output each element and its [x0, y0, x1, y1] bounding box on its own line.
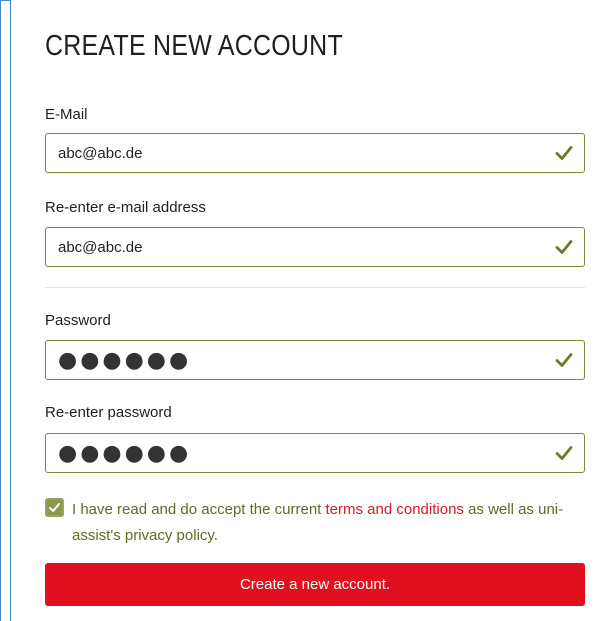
checkbox-checked-icon — [49, 503, 60, 512]
create-account-button[interactable]: Create a new account. — [45, 563, 585, 606]
section-divider — [45, 287, 585, 288]
terms-consent-text: I have read and do accept the current te… — [72, 497, 582, 549]
page-title: CREATE NEW ACCOUNT — [45, 30, 343, 62]
email-confirm-input[interactable] — [46, 228, 546, 266]
password-confirm-field-wrapper — [45, 433, 585, 473]
password-field-wrapper — [45, 340, 585, 380]
email-confirm-field-wrapper — [45, 227, 585, 267]
terms-and-conditions-link[interactable]: terms and conditions — [326, 501, 464, 518]
email-field-wrapper — [45, 133, 585, 173]
password-input[interactable] — [46, 341, 546, 379]
password-label: Password — [45, 312, 111, 329]
password-confirm-label: Re-enter password — [45, 404, 172, 421]
terms-checkbox[interactable] — [45, 498, 64, 517]
password-confirm-input[interactable] — [46, 434, 546, 472]
checkmark-icon — [555, 353, 573, 367]
checkmark-icon — [555, 146, 573, 160]
email-label: E-Mail — [45, 106, 88, 123]
email-input[interactable] — [46, 134, 546, 172]
checkmark-icon — [555, 240, 573, 254]
checkmark-icon — [555, 446, 573, 460]
email-confirm-label: Re-enter e-mail address — [45, 199, 206, 216]
consent-text-before: I have read and do accept the current — [72, 501, 326, 518]
